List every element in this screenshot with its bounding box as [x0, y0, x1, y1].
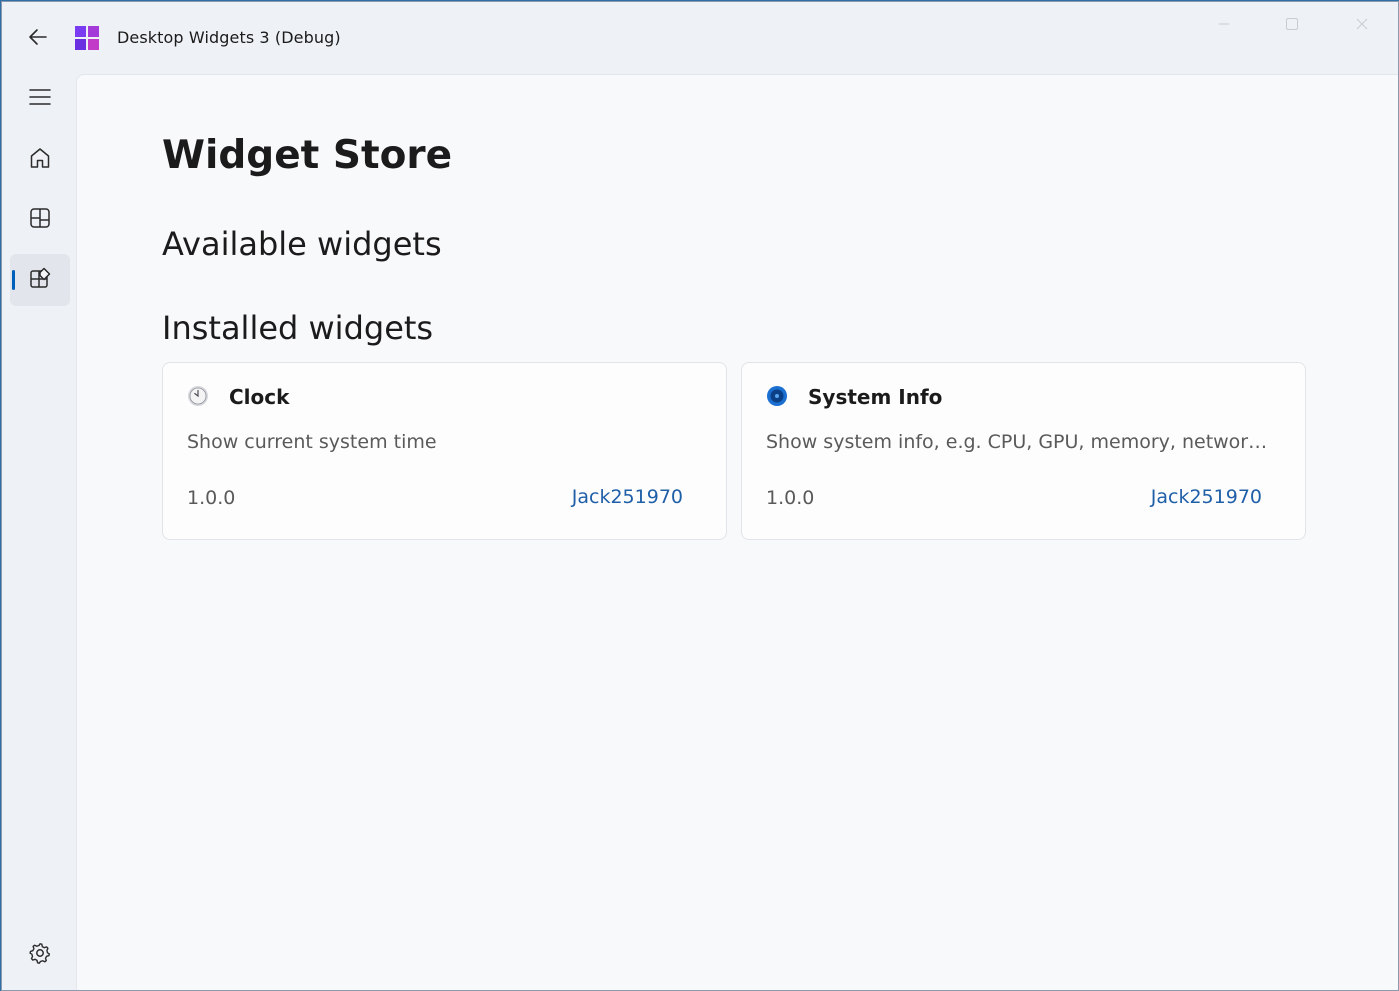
- content-frame: Widget Store Available widgets Installed…: [76, 74, 1398, 990]
- title-bar: Desktop Widgets 3 (Debug): [2, 2, 1398, 76]
- widget-card-system-info[interactable]: System Info Show system info, e.g. CPU, …: [741, 362, 1306, 540]
- widget-name: Clock: [229, 385, 290, 409]
- widget-version: 1.0.0: [187, 487, 236, 509]
- back-arrow-icon: [28, 28, 48, 50]
- app-logo-icon: [74, 25, 100, 51]
- nav-item-home[interactable]: [10, 134, 70, 186]
- widget-author-link[interactable]: Jack251970: [1151, 486, 1262, 508]
- page-title: Widget Store: [162, 133, 453, 178]
- back-button[interactable]: [18, 22, 58, 56]
- installed-widgets-header: Installed widgets: [162, 309, 434, 347]
- maximize-icon: [1285, 16, 1299, 35]
- available-widgets-header: Available widgets: [162, 225, 442, 263]
- nav-item-dashboard[interactable]: [10, 194, 70, 246]
- nav-menu-toggle[interactable]: [10, 73, 70, 125]
- widget-author-link[interactable]: Jack251970: [572, 486, 683, 508]
- close-icon: [1355, 16, 1369, 35]
- widget-description: Show current system time: [187, 431, 437, 453]
- minimize-button[interactable]: [1190, 2, 1258, 48]
- close-button[interactable]: [1328, 2, 1396, 48]
- home-icon: [29, 147, 51, 173]
- selection-indicator: [12, 270, 15, 290]
- maximize-button[interactable]: [1258, 2, 1326, 48]
- minimize-icon: [1217, 16, 1231, 35]
- gear-icon: [29, 942, 51, 968]
- widget-name: System Info: [808, 385, 943, 409]
- hamburger-menu-icon: [29, 88, 51, 110]
- app-window: Desktop Widgets 3 (Debug) Widget Store A…: [1, 1, 1399, 991]
- nav-item-settings[interactable]: [10, 929, 70, 981]
- widget-version: 1.0.0: [766, 487, 815, 509]
- navigation-pane: [2, 76, 76, 990]
- widget-store-icon: [29, 267, 51, 293]
- dashboard-icon: [29, 207, 51, 233]
- clock-icon: [187, 385, 209, 407]
- nav-item-widget-store[interactable]: [10, 254, 70, 306]
- system-info-icon: [766, 385, 788, 407]
- window-title: Desktop Widgets 3 (Debug): [117, 28, 341, 47]
- widget-card-clock[interactable]: Clock Show current system time 1.0.0 Jac…: [162, 362, 727, 540]
- widget-description: Show system info, e.g. CPU, GPU, memory,…: [766, 431, 1275, 453]
